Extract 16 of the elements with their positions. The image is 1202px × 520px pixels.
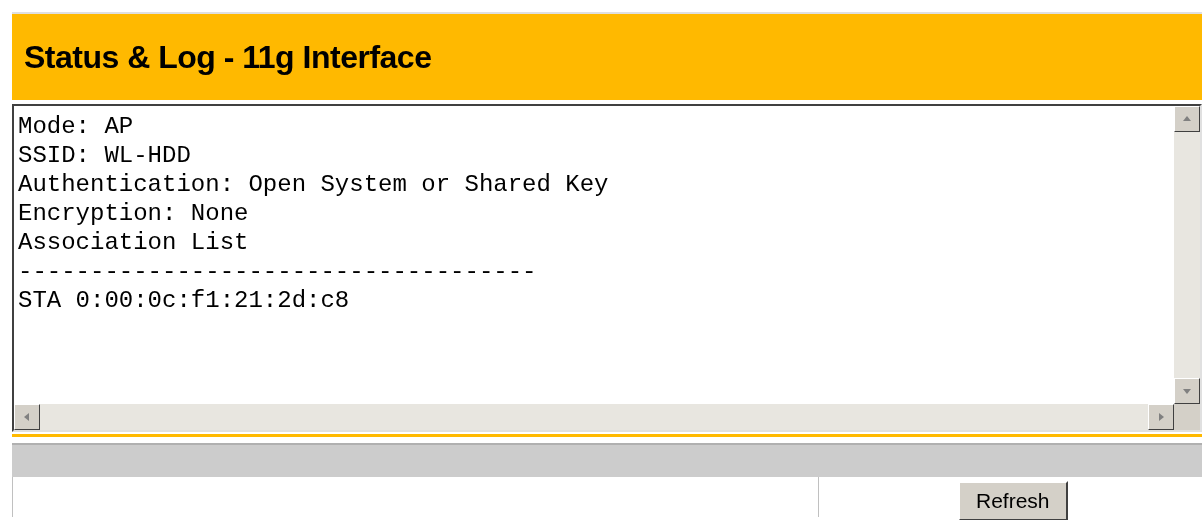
log-line: Mode: AP [18,112,135,141]
log-line: Association List [18,228,250,257]
vertical-scrollbar[interactable] [1174,106,1200,404]
scroll-down-button[interactable] [1174,378,1200,404]
page-title: Status & Log - 11g Interface [24,38,432,77]
log-line: Authentication: Open System or Shared Key [18,170,610,199]
scrollbar-corner [1174,404,1200,430]
log-line: Encryption: None [18,199,250,228]
scroll-up-button[interactable] [1174,106,1200,132]
refresh-button[interactable]: Refresh [958,481,1068,520]
horizontal-scrollbar[interactable] [14,404,1174,430]
log-line: ------------------------------------ [18,257,538,286]
scroll-right-button[interactable] [1148,404,1174,430]
log-line: STA 0:00:0c:f1:21:2d:c8 [18,286,351,315]
log-line: SSID: WL-HDD [18,141,192,170]
scroll-left-button[interactable] [14,404,40,430]
